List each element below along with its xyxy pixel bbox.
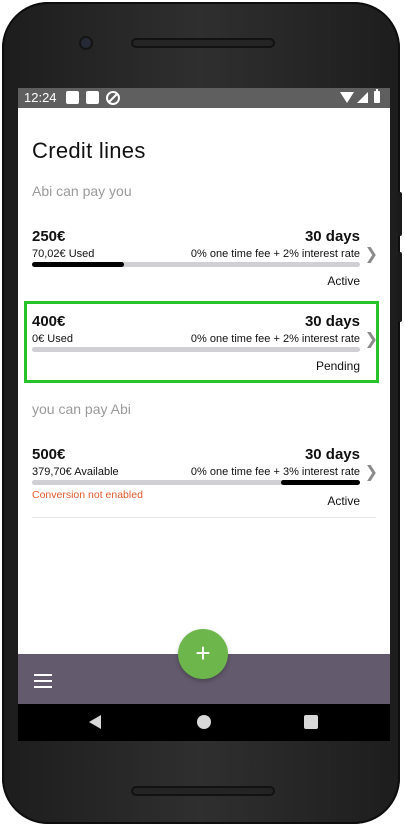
chevron-right-icon: ❯ (364, 464, 378, 481)
status-badge: Pending (315, 359, 360, 373)
credit-term: 30 days (304, 446, 360, 463)
usage-bar (32, 480, 360, 485)
conversion-warning: Conversion not enabled (32, 489, 143, 501)
top-speaker (131, 38, 275, 48)
list-divider (32, 517, 376, 518)
credit-available: 379,70€ Available (32, 466, 119, 478)
phone-frame: 12:24 Credit lines Abi can pay you 250€ … (2, 2, 402, 824)
status-time: 12:24 (24, 90, 57, 105)
usage-bar-fill (32, 262, 124, 267)
credit-usage: 70,02€ Used (32, 248, 95, 260)
usage-bar (32, 262, 360, 267)
status-badge: Active (327, 274, 360, 288)
camera-icon (81, 38, 91, 48)
credit-rate: 0% one time fee + 2% interest rate (190, 333, 360, 345)
screen: 12:24 Credit lines Abi can pay you 250€ … (18, 88, 390, 741)
battery-icon (374, 89, 380, 103)
notification-icon (66, 91, 79, 104)
usage-bar-fill (281, 480, 360, 485)
home-icon[interactable] (197, 715, 211, 729)
credit-amount: 250€ (32, 228, 66, 245)
volume-button (398, 192, 402, 236)
credit-amount: 400€ (32, 313, 66, 330)
signal-icon (357, 92, 368, 103)
credit-rate: 0% one time fee + 3% interest rate (190, 466, 360, 478)
system-nav-bar (18, 704, 390, 741)
status-badge: Active (327, 494, 360, 508)
wifi-icon (340, 92, 354, 103)
recent-apps-icon[interactable] (304, 715, 318, 729)
power-button (398, 252, 402, 322)
credit-line-card[interactable]: 250€ 30 days 70,02€ Used 0% one time fee… (18, 218, 390, 298)
back-icon[interactable] (89, 715, 101, 729)
menu-icon[interactable] (34, 674, 52, 688)
add-credit-line-button[interactable]: + (178, 629, 228, 679)
section-label-incoming: Abi can pay you (32, 183, 132, 199)
usage-bar (32, 347, 360, 352)
credit-usage: 0€ Used (32, 333, 73, 345)
credit-amount: 500€ (32, 446, 66, 463)
credit-term: 30 days (304, 313, 360, 330)
bottom-speaker (131, 786, 275, 796)
chevron-right-icon: ❯ (364, 331, 378, 348)
section-label-outgoing: you can pay Abi (32, 401, 131, 417)
credit-line-card[interactable]: 500€ 30 days 379,70€ Available 0% one ti… (18, 436, 390, 516)
status-bar: 12:24 (18, 88, 390, 108)
do-not-disturb-icon (106, 91, 120, 105)
page-title: Credit lines (32, 138, 146, 163)
credit-line-card[interactable]: 400€ 30 days 0€ Used 0% one time fee + 2… (18, 303, 390, 383)
chevron-right-icon: ❯ (364, 246, 378, 263)
notification-icon (86, 91, 99, 104)
credit-term: 30 days (304, 228, 360, 245)
credit-rate: 0% one time fee + 2% interest rate (190, 248, 360, 260)
